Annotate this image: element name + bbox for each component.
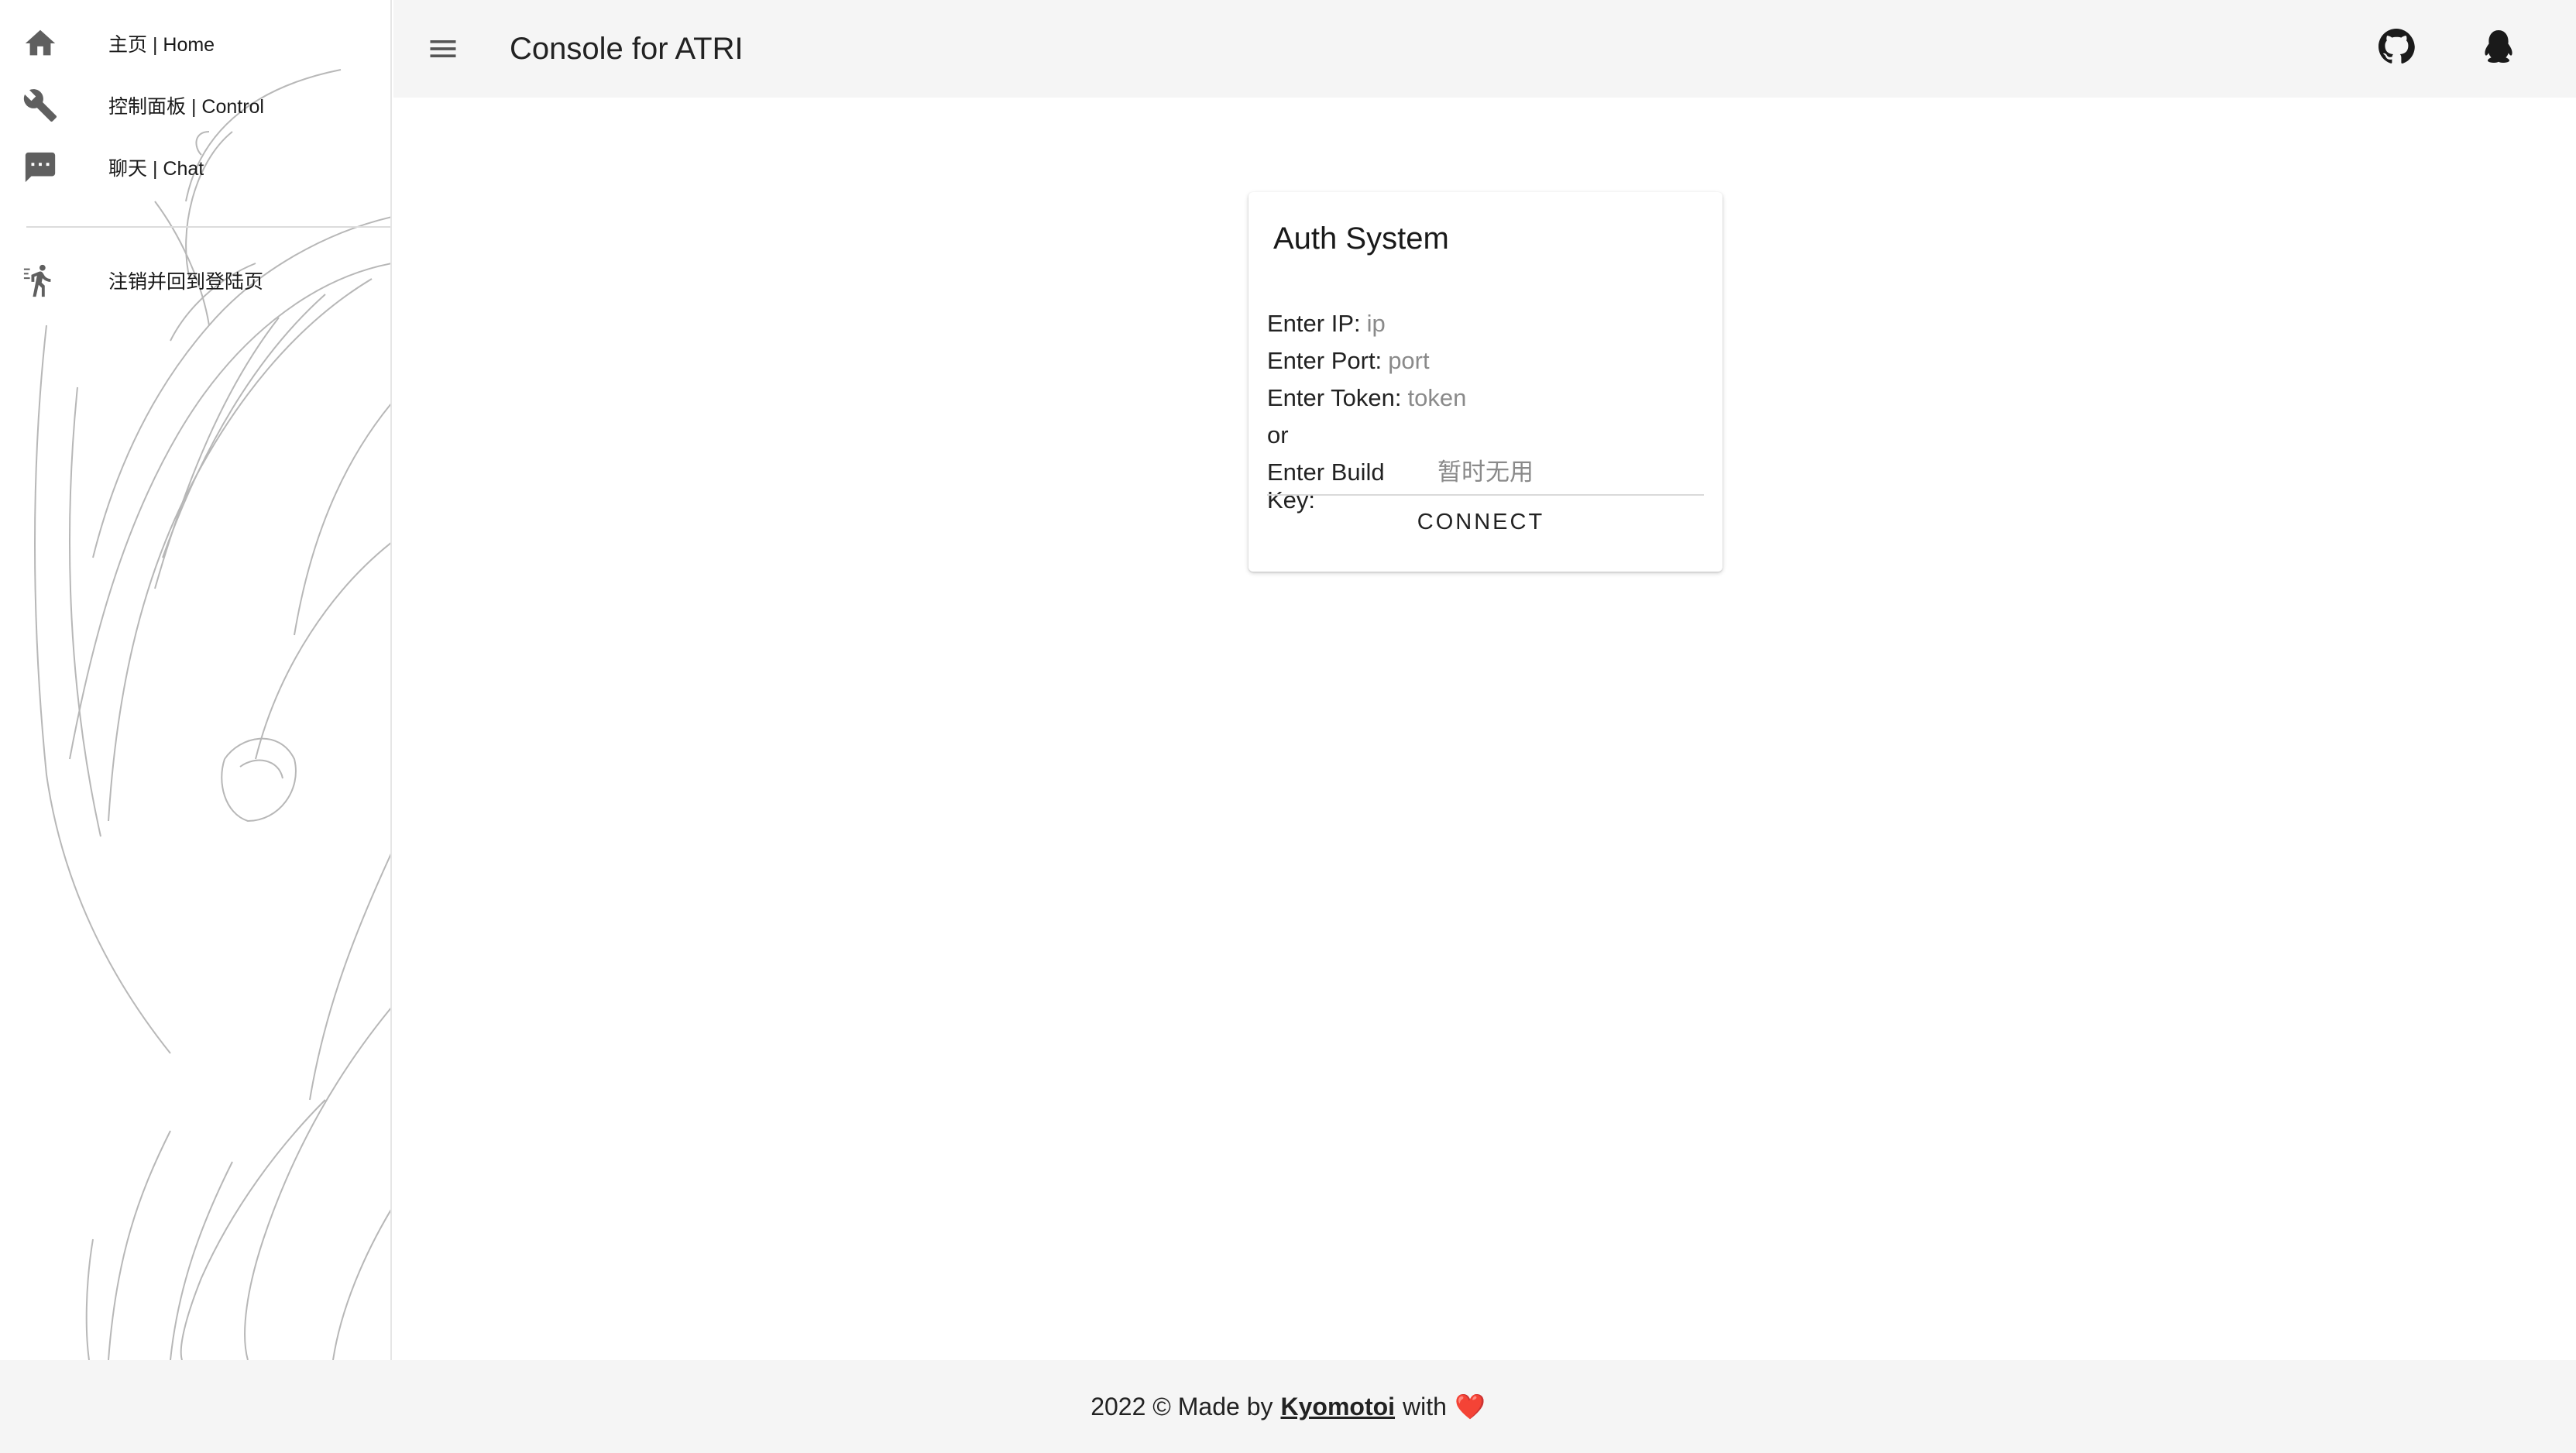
footer-suffix: with [1403,1392,1447,1420]
logout-run-icon [22,262,59,299]
hamburger-icon [430,40,456,57]
input-underline [1267,494,1704,496]
sidebar: 主页 | Home 控制面板 | Control 聊天 | Chat 注销并回到… [0,0,392,1360]
token-label: Enter Token: [1267,384,1402,411]
qq-button[interactable] [2475,23,2522,70]
qq-penguin-icon [2485,30,2512,63]
sidebar-item-logout[interactable]: 注销并回到登陆页 [0,249,390,311]
ip-field-row: Enter IP: [1267,310,1701,338]
token-input[interactable] [1407,384,1671,412]
home-icon [22,25,59,62]
ip-label: Enter IP: [1267,310,1361,337]
sidebar-item-label: 主页 | Home [108,34,215,56]
app-header: Console for ATRI [393,0,2576,98]
author-link[interactable]: Kyomotoi [1280,1393,1395,1421]
footer-prefix: 2022 © Made by [1091,1392,1273,1420]
sidebar-item-control[interactable]: 控制面板 | Control [0,74,390,136]
auth-card: Auth System Enter IP: Enter Port: Enter … [1249,192,1722,572]
page-title: Console for ATRI [510,31,744,66]
menu-button[interactable] [421,27,465,70]
ip-input[interactable] [1366,310,1630,338]
wrench-icon [22,87,59,124]
chat-icon [22,149,59,186]
connect-button[interactable]: CONNECT [1249,500,1713,544]
port-label: Enter Port: [1267,347,1382,374]
or-label: or [1267,421,1289,448]
github-button[interactable] [2373,23,2420,70]
anime-sketch-background [34,69,390,1360]
footer: 2022 © Made by Kyomotoi with ❤️ [0,1360,2576,1453]
port-input[interactable] [1388,347,1652,375]
sidebar-item-home[interactable]: 主页 | Home [0,12,390,74]
port-field-row: Enter Port: [1267,347,1701,375]
sidebar-item-label: 聊天 | Chat [108,158,204,180]
or-text: or [1267,421,1701,449]
sidebar-item-label: 控制面板 | Control [108,96,264,118]
sidebar-divider [26,226,390,228]
card-title: Auth System [1273,222,1449,256]
token-field-row: Enter Token: [1267,384,1701,412]
heart-icon: ❤️ [1454,1393,1485,1420]
sidebar-item-label: 注销并回到登陆页 [108,271,264,293]
github-icon [2379,29,2415,64]
build-key-input[interactable] [1437,459,1701,486]
sidebar-item-chat[interactable]: 聊天 | Chat [0,136,390,198]
